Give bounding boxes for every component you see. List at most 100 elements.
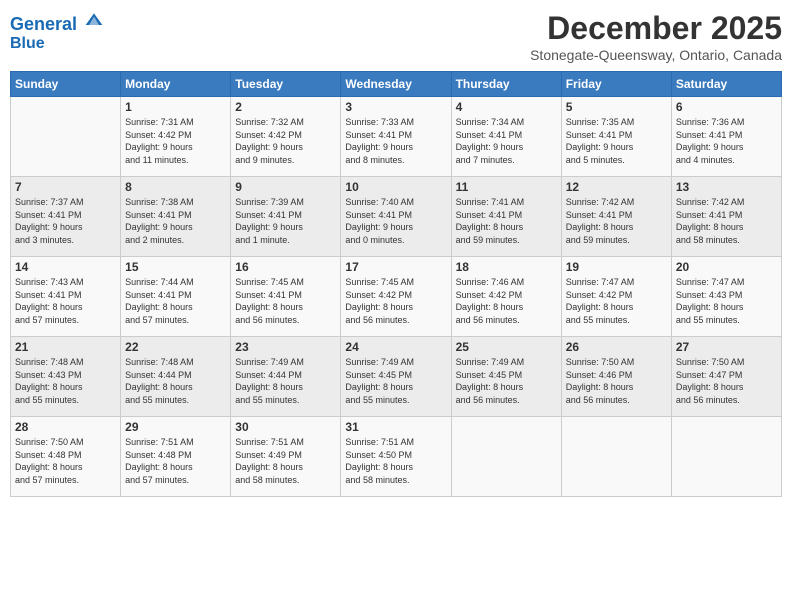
month-title: December 2025 [530, 10, 782, 47]
day-number: 4 [456, 100, 557, 114]
calendar-cell: 19 Sunrise: 7:47 AM Sunset: 4:42 PM Dayli… [561, 257, 671, 337]
logo-text: General [10, 10, 104, 35]
calendar-cell: 9 Sunrise: 7:39 AM Sunset: 4:41 PM Daylig… [231, 177, 341, 257]
day-number: 6 [676, 100, 777, 114]
day-info: Sunrise: 7:48 AM Sunset: 4:43 PM Dayligh… [15, 356, 116, 406]
day-info: Sunrise: 7:49 AM Sunset: 4:45 PM Dayligh… [345, 356, 446, 406]
day-info: Sunrise: 7:50 AM Sunset: 4:48 PM Dayligh… [15, 436, 116, 486]
day-number: 3 [345, 100, 446, 114]
calendar-cell: 30 Sunrise: 7:51 AM Sunset: 4:49 PM Dayli… [231, 417, 341, 497]
calendar-cell [451, 417, 561, 497]
day-info: Sunrise: 7:37 AM Sunset: 4:41 PM Dayligh… [15, 196, 116, 246]
week-row-2: 14 Sunrise: 7:43 AM Sunset: 4:41 PM Dayli… [11, 257, 782, 337]
day-number: 1 [125, 100, 226, 114]
day-info: Sunrise: 7:51 AM Sunset: 4:50 PM Dayligh… [345, 436, 446, 486]
day-number: 7 [15, 180, 116, 194]
day-number: 21 [15, 340, 116, 354]
day-info: Sunrise: 7:39 AM Sunset: 4:41 PM Dayligh… [235, 196, 336, 246]
day-number: 29 [125, 420, 226, 434]
day-info: Sunrise: 7:47 AM Sunset: 4:43 PM Dayligh… [676, 276, 777, 326]
calendar-table: SundayMondayTuesdayWednesdayThursdayFrid… [10, 71, 782, 497]
day-info: Sunrise: 7:34 AM Sunset: 4:41 PM Dayligh… [456, 116, 557, 166]
day-number: 31 [345, 420, 446, 434]
weekday-sunday: Sunday [11, 72, 121, 97]
calendar-cell: 5 Sunrise: 7:35 AM Sunset: 4:41 PM Daylig… [561, 97, 671, 177]
day-number: 8 [125, 180, 226, 194]
location: Stonegate-Queensway, Ontario, Canada [530, 47, 782, 63]
logo-blue: Blue [10, 35, 104, 53]
weekday-tuesday: Tuesday [231, 72, 341, 97]
day-info: Sunrise: 7:49 AM Sunset: 4:44 PM Dayligh… [235, 356, 336, 406]
day-number: 2 [235, 100, 336, 114]
week-row-4: 28 Sunrise: 7:50 AM Sunset: 4:48 PM Dayli… [11, 417, 782, 497]
day-info: Sunrise: 7:35 AM Sunset: 4:41 PM Dayligh… [566, 116, 667, 166]
calendar-cell: 4 Sunrise: 7:34 AM Sunset: 4:41 PM Daylig… [451, 97, 561, 177]
calendar-cell [671, 417, 781, 497]
weekday-wednesday: Wednesday [341, 72, 451, 97]
day-number: 19 [566, 260, 667, 274]
day-info: Sunrise: 7:42 AM Sunset: 4:41 PM Dayligh… [566, 196, 667, 246]
calendar-cell: 27Sunrise: 7:50 AM Sunset: 4:47 PM Dayli… [671, 337, 781, 417]
calendar-cell [11, 97, 121, 177]
day-number: 27 [676, 340, 777, 354]
day-number: 23 [235, 340, 336, 354]
day-number: 22 [125, 340, 226, 354]
day-number: 17 [345, 260, 446, 274]
day-info: Sunrise: 7:43 AM Sunset: 4:41 PM Dayligh… [15, 276, 116, 326]
day-info: Sunrise: 7:45 AM Sunset: 4:42 PM Dayligh… [345, 276, 446, 326]
week-row-1: 7 Sunrise: 7:37 AM Sunset: 4:41 PM Daylig… [11, 177, 782, 257]
logo-general: General [10, 14, 77, 34]
calendar-cell: 14 Sunrise: 7:43 AM Sunset: 4:41 PM Dayli… [11, 257, 121, 337]
weekday-header-row: SundayMondayTuesdayWednesdayThursdayFrid… [11, 72, 782, 97]
day-number: 5 [566, 100, 667, 114]
weekday-monday: Monday [121, 72, 231, 97]
day-number: 9 [235, 180, 336, 194]
day-number: 13 [676, 180, 777, 194]
day-info: Sunrise: 7:42 AM Sunset: 4:41 PM Dayligh… [676, 196, 777, 246]
day-number: 28 [15, 420, 116, 434]
calendar-cell: 26Sunrise: 7:50 AM Sunset: 4:46 PM Dayli… [561, 337, 671, 417]
day-number: 24 [345, 340, 446, 354]
day-info: Sunrise: 7:32 AM Sunset: 4:42 PM Dayligh… [235, 116, 336, 166]
day-info: Sunrise: 7:51 AM Sunset: 4:48 PM Dayligh… [125, 436, 226, 486]
day-number: 11 [456, 180, 557, 194]
calendar-cell: 8Sunrise: 7:38 AM Sunset: 4:41 PM Daylig… [121, 177, 231, 257]
calendar-cell: 6 Sunrise: 7:36 AM Sunset: 4:41 PM Daylig… [671, 97, 781, 177]
day-info: Sunrise: 7:45 AM Sunset: 4:41 PM Dayligh… [235, 276, 336, 326]
day-info: Sunrise: 7:40 AM Sunset: 4:41 PM Dayligh… [345, 196, 446, 246]
calendar-cell: 22Sunrise: 7:48 AM Sunset: 4:44 PM Dayli… [121, 337, 231, 417]
calendar-cell: 15Sunrise: 7:44 AM Sunset: 4:41 PM Dayli… [121, 257, 231, 337]
calendar-cell [561, 417, 671, 497]
title-section: December 2025 Stonegate-Queensway, Ontar… [530, 10, 782, 63]
calendar-cell: 31 Sunrise: 7:51 AM Sunset: 4:50 PM Dayli… [341, 417, 451, 497]
calendar-cell: 10 Sunrise: 7:40 AM Sunset: 4:41 PM Dayli… [341, 177, 451, 257]
day-info: Sunrise: 7:51 AM Sunset: 4:49 PM Dayligh… [235, 436, 336, 486]
day-info: Sunrise: 7:47 AM Sunset: 4:42 PM Dayligh… [566, 276, 667, 326]
day-info: Sunrise: 7:46 AM Sunset: 4:42 PM Dayligh… [456, 276, 557, 326]
calendar-cell: 21 Sunrise: 7:48 AM Sunset: 4:43 PM Dayli… [11, 337, 121, 417]
calendar-cell: 7 Sunrise: 7:37 AM Sunset: 4:41 PM Daylig… [11, 177, 121, 257]
day-number: 10 [345, 180, 446, 194]
calendar-cell: 2 Sunrise: 7:32 AM Sunset: 4:42 PM Daylig… [231, 97, 341, 177]
day-number: 26 [566, 340, 667, 354]
week-row-3: 21 Sunrise: 7:48 AM Sunset: 4:43 PM Dayli… [11, 337, 782, 417]
day-number: 18 [456, 260, 557, 274]
day-number: 12 [566, 180, 667, 194]
weekday-friday: Friday [561, 72, 671, 97]
calendar-cell: 17 Sunrise: 7:45 AM Sunset: 4:42 PM Dayli… [341, 257, 451, 337]
calendar-cell: 24 Sunrise: 7:49 AM Sunset: 4:45 PM Dayli… [341, 337, 451, 417]
calendar-cell: 25Sunrise: 7:49 AM Sunset: 4:45 PM Dayli… [451, 337, 561, 417]
weekday-saturday: Saturday [671, 72, 781, 97]
day-number: 14 [15, 260, 116, 274]
logo: General Blue [10, 10, 104, 52]
day-info: Sunrise: 7:31 AM Sunset: 4:42 PM Dayligh… [125, 116, 226, 166]
day-info: Sunrise: 7:36 AM Sunset: 4:41 PM Dayligh… [676, 116, 777, 166]
day-info: Sunrise: 7:41 AM Sunset: 4:41 PM Dayligh… [456, 196, 557, 246]
calendar-cell: 11 Sunrise: 7:41 AM Sunset: 4:41 PM Dayli… [451, 177, 561, 257]
day-number: 30 [235, 420, 336, 434]
calendar-cell: 18 Sunrise: 7:46 AM Sunset: 4:42 PM Dayli… [451, 257, 561, 337]
day-info: Sunrise: 7:33 AM Sunset: 4:41 PM Dayligh… [345, 116, 446, 166]
day-number: 16 [235, 260, 336, 274]
logo-icon [84, 10, 104, 30]
calendar-cell: 3 Sunrise: 7:33 AM Sunset: 4:41 PM Daylig… [341, 97, 451, 177]
